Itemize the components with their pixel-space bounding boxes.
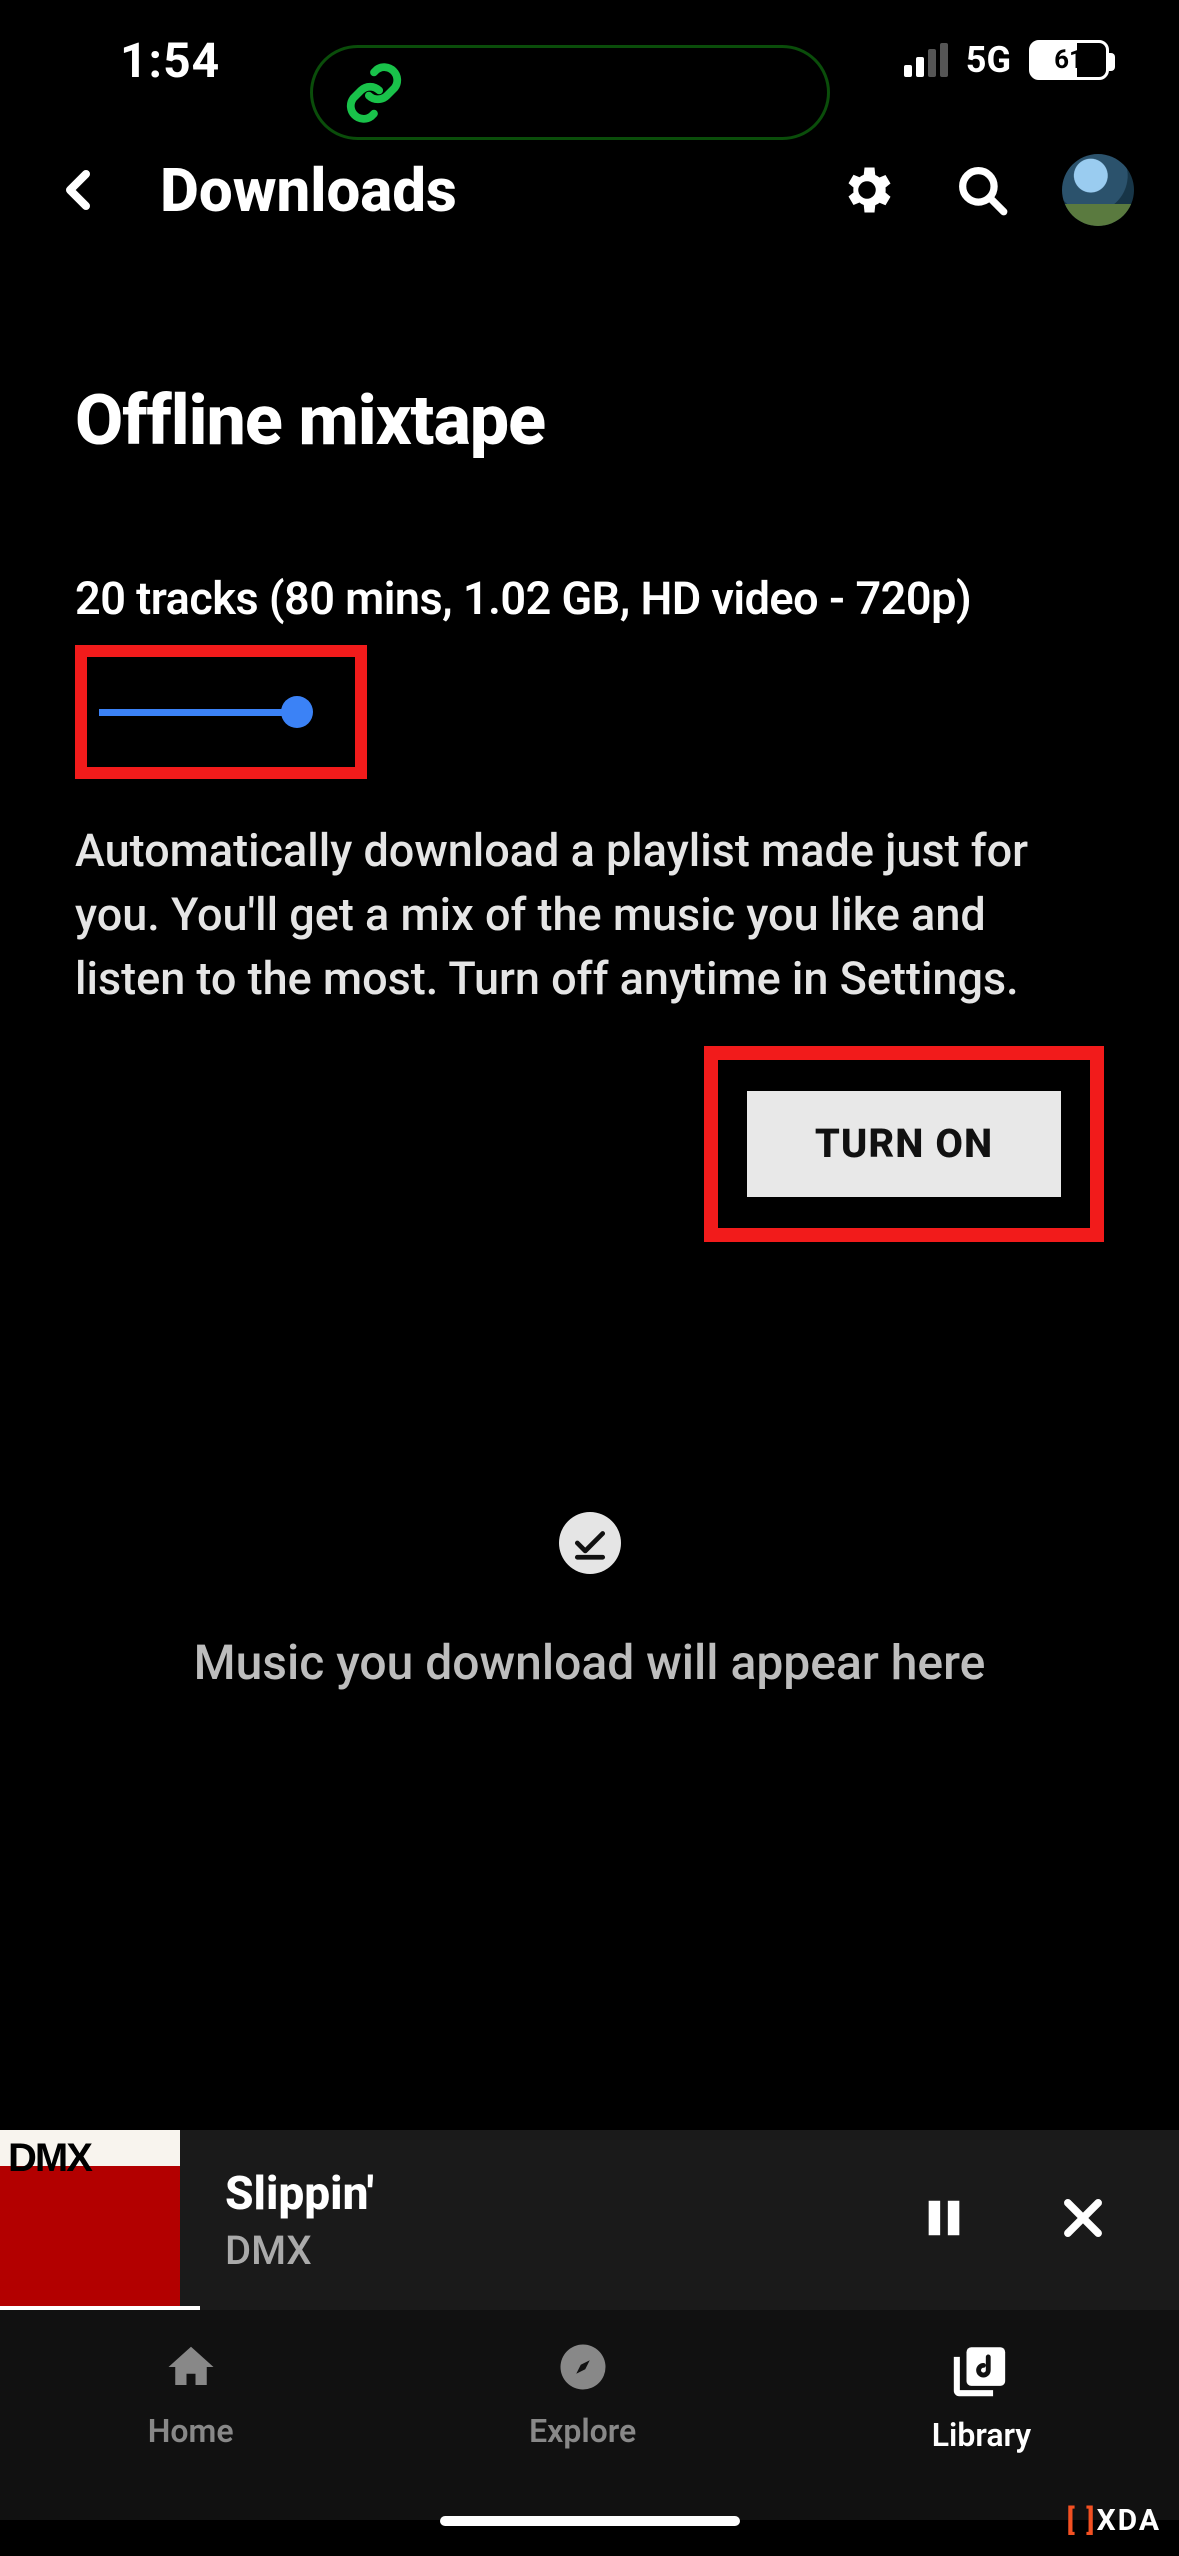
- avatar[interactable]: [1062, 154, 1134, 226]
- gear-icon: [837, 160, 897, 220]
- mixtape-title: Offline mixtape: [75, 380, 1104, 462]
- battery-pct: 61: [1054, 45, 1084, 75]
- nav-library[interactable]: Library: [932, 2340, 1031, 2454]
- nav-explore[interactable]: Explore: [529, 2340, 636, 2450]
- mini-player-controls: [921, 2191, 1179, 2249]
- nav-library-label: Library: [932, 2416, 1031, 2454]
- app-header: Downloads: [0, 120, 1179, 260]
- album-art[interactable]: DMX: [0, 2130, 180, 2310]
- bottom-nav: Home Explore Library: [0, 2310, 1179, 2520]
- close-button[interactable]: [1057, 2192, 1109, 2248]
- turn-on-button[interactable]: TURN ON: [747, 1091, 1061, 1197]
- empty-message: Music you download will appear here: [75, 1634, 1104, 1691]
- track-artist: DMX: [225, 2227, 921, 2274]
- status-time: 1:54: [120, 32, 220, 89]
- signal-icon: [904, 43, 948, 77]
- search-button[interactable]: [947, 155, 1017, 225]
- search-icon: [953, 161, 1011, 219]
- mixtape-summary: 20 tracks (80 mins, 1.02 GB, HD video - …: [75, 572, 1104, 625]
- close-icon: [1057, 2192, 1109, 2244]
- home-indicator[interactable]: [440, 2516, 740, 2526]
- status-bar: 1:54 5G 61: [0, 0, 1179, 120]
- slider-thumb[interactable]: [281, 696, 313, 728]
- nav-explore-label: Explore: [529, 2412, 636, 2450]
- library-icon: [952, 2340, 1010, 2398]
- button-highlight-box: TURN ON: [704, 1046, 1104, 1242]
- settings-button[interactable]: [832, 155, 902, 225]
- compass-icon: [556, 2340, 610, 2394]
- home-icon: [164, 2340, 218, 2394]
- pause-button[interactable]: [921, 2191, 967, 2249]
- main-content: Offline mixtape 20 tracks (80 mins, 1.02…: [0, 260, 1179, 1691]
- nav-home-label: Home: [148, 2412, 234, 2450]
- mini-player[interactable]: DMX Slippin' DMX: [0, 2130, 1179, 2310]
- nav-home[interactable]: Home: [148, 2340, 234, 2450]
- track-title: Slippin': [225, 2167, 921, 2221]
- slider-highlight-box: [75, 645, 367, 779]
- mini-player-info[interactable]: Slippin' DMX: [180, 2167, 921, 2274]
- downloaded-icon: [559, 1512, 621, 1574]
- link-icon: [343, 62, 405, 124]
- empty-state: Music you download will appear here: [75, 1512, 1104, 1691]
- network-label: 5G: [966, 39, 1011, 81]
- mixtape-description: Automatically download a playlist made j…: [75, 819, 1104, 1011]
- chevron-left-icon: [56, 155, 104, 225]
- tracks-slider[interactable]: [99, 709, 294, 716]
- dynamic-island: [310, 45, 830, 140]
- back-button[interactable]: [45, 155, 115, 225]
- battery-icon: 61: [1029, 40, 1109, 80]
- page-title: Downloads: [160, 155, 457, 226]
- pause-icon: [921, 2191, 967, 2245]
- status-right: 5G 61: [904, 39, 1109, 81]
- watermark: [ ]XDA: [1067, 2503, 1161, 2538]
